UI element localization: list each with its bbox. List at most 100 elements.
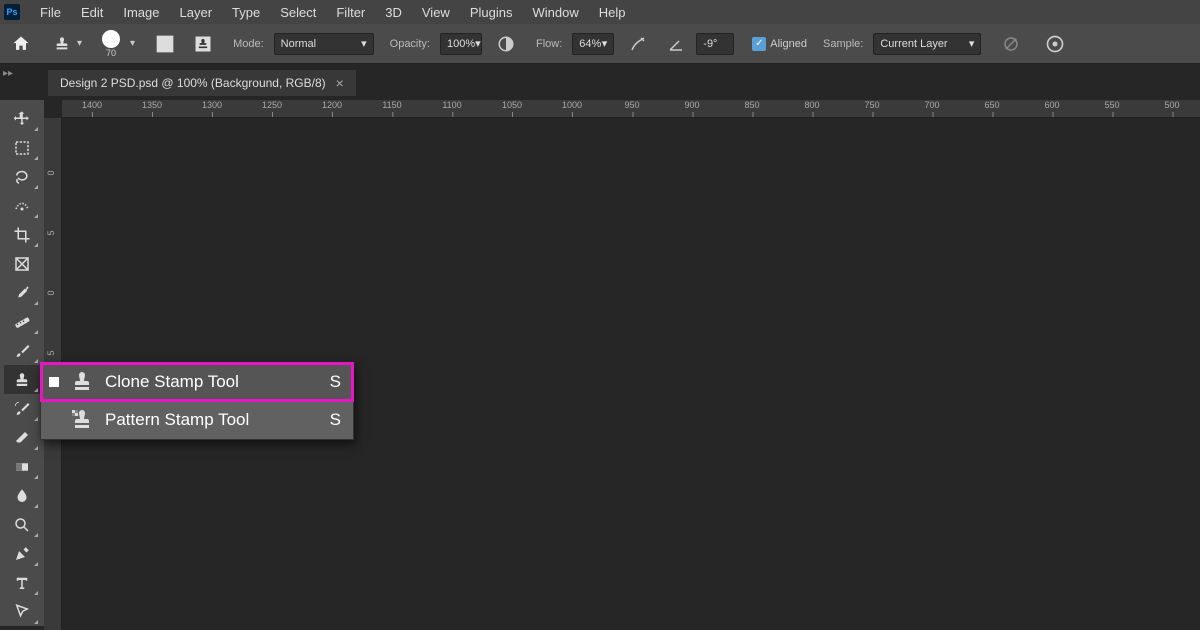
- ruler-tick: 800: [804, 100, 819, 110]
- angle-icon-button[interactable]: [662, 30, 690, 58]
- crop-tool[interactable]: [4, 220, 40, 249]
- move-tool[interactable]: [4, 104, 40, 133]
- ruler-tick: 1100: [442, 100, 461, 110]
- eraser-tool[interactable]: [4, 423, 40, 452]
- document-tab-bar: Design 2 PSD.psd @ 100% (Background, RGB…: [48, 70, 356, 96]
- crop-icon: [13, 226, 31, 244]
- frame-icon: [13, 255, 31, 273]
- airbrush-icon: [629, 35, 647, 53]
- chevron-down-icon[interactable]: ▾: [130, 38, 135, 49]
- eyedropper-tool[interactable]: [4, 278, 40, 307]
- flyout-clone-stamp-tool[interactable]: Clone Stamp Tool S: [41, 363, 353, 401]
- menu-file[interactable]: File: [30, 2, 71, 23]
- chevron-down-icon: ▾: [969, 37, 975, 50]
- angle-input[interactable]: -9°: [696, 33, 734, 55]
- type-icon: [13, 574, 31, 592]
- flow-value: 64%: [579, 38, 601, 50]
- eyedropper-icon: [13, 284, 31, 302]
- ruler-tick: 1250: [262, 100, 282, 110]
- menu-type[interactable]: Type: [222, 2, 270, 23]
- brush-preview-icon: [102, 30, 120, 48]
- collapse-arrow-icon[interactable]: ▸▸: [3, 68, 13, 79]
- flyout-item-label: Pattern Stamp Tool: [105, 410, 249, 430]
- gradient-tool[interactable]: [4, 452, 40, 481]
- menu-3d[interactable]: 3D: [375, 2, 412, 23]
- menu-layer[interactable]: Layer: [170, 2, 223, 23]
- menu-window[interactable]: Window: [522, 2, 588, 23]
- horizontal-ruler: 1400135013001250120011501100105010009509…: [62, 100, 1200, 118]
- ruler-tick: 500: [1164, 100, 1179, 110]
- marquee-icon: [13, 139, 31, 157]
- ruler-tick: 550: [1104, 100, 1119, 110]
- ignore-adjustment-button[interactable]: [997, 30, 1025, 58]
- ruler-tick: 5: [46, 230, 56, 235]
- ruler-tick: 1300: [202, 100, 222, 110]
- aligned-checkbox[interactable]: ✓ Aligned: [752, 37, 807, 51]
- frame-tool[interactable]: [4, 249, 40, 278]
- brush-preset-picker[interactable]: 70: [102, 30, 120, 58]
- menu-filter[interactable]: Filter: [326, 2, 375, 23]
- flyout-pattern-stamp-tool[interactable]: Pattern Stamp Tool S: [41, 401, 353, 439]
- pressure-size-button[interactable]: [1041, 30, 1069, 58]
- blur-tool[interactable]: [4, 481, 40, 510]
- blur-icon: [13, 487, 31, 505]
- menu-image[interactable]: Image: [113, 2, 169, 23]
- sample-select[interactable]: Current Layer ▾: [873, 33, 981, 55]
- type-tool[interactable]: [4, 568, 40, 597]
- ruler-tick: 1200: [322, 100, 342, 110]
- gradient-icon: [13, 458, 31, 476]
- ruler-tick: 650: [984, 100, 999, 110]
- ruler-tick: 1150: [382, 100, 401, 110]
- healing-brush-tool[interactable]: [4, 307, 40, 336]
- ruler-tick: 0: [46, 290, 56, 295]
- pressure-opacity-button[interactable]: [492, 30, 520, 58]
- brush-tool[interactable]: [4, 336, 40, 365]
- brush-settings-button[interactable]: [151, 30, 179, 58]
- lasso-tool[interactable]: [4, 162, 40, 191]
- clone-source-button[interactable]: [189, 30, 217, 58]
- mode-select[interactable]: Normal ▾: [274, 33, 374, 55]
- close-tab-button[interactable]: ×: [336, 75, 344, 91]
- document-tab-title: Design 2 PSD.psd @ 100% (Background, RGB…: [60, 76, 326, 90]
- dodge-tool[interactable]: [4, 510, 40, 539]
- ruler-tick: 900: [684, 100, 699, 110]
- ruler-tick: 950: [624, 100, 639, 110]
- menu-help[interactable]: Help: [589, 2, 636, 23]
- path-selection-tool[interactable]: [4, 597, 40, 626]
- options-bar: ▾ 70 ▾ Mode: Normal ▾ Opacity: 100% ▾ Fl…: [0, 24, 1200, 64]
- menu-bar: Ps File Edit Image Layer Type Select Fil…: [0, 0, 1200, 24]
- healing-brush-icon: [13, 313, 31, 331]
- quick-selection-tool[interactable]: [4, 191, 40, 220]
- selected-marker-icon: [49, 377, 59, 387]
- home-icon: [11, 34, 31, 54]
- flow-label: Flow:: [536, 38, 562, 50]
- aligned-label: Aligned: [770, 38, 807, 50]
- pen-tool[interactable]: [4, 539, 40, 568]
- pressure-size-icon: [1045, 34, 1065, 54]
- menu-select[interactable]: Select: [270, 2, 326, 23]
- flyout-item-shortcut: S: [330, 372, 341, 392]
- brush-size-label: 70: [106, 48, 116, 58]
- opacity-value: 100%: [447, 38, 475, 50]
- menu-view[interactable]: View: [412, 2, 460, 23]
- flow-input[interactable]: 64% ▾: [572, 33, 614, 55]
- ruler-tick: 5: [46, 350, 56, 355]
- sample-label: Sample:: [823, 38, 863, 50]
- history-brush-tool[interactable]: [4, 394, 40, 423]
- stamp-icon: [69, 370, 95, 394]
- brush-icon: [13, 342, 31, 360]
- airbrush-button[interactable]: [624, 30, 652, 58]
- ruler-tick: 0: [46, 170, 56, 175]
- clone-stamp-tool[interactable]: [4, 365, 40, 394]
- document-tab[interactable]: Design 2 PSD.psd @ 100% (Background, RGB…: [48, 70, 356, 96]
- stamp-icon: [54, 35, 70, 53]
- opacity-input[interactable]: 100% ▾: [440, 33, 482, 55]
- flyout-item-shortcut: S: [330, 410, 341, 430]
- ignore-adjustment-icon: [1002, 35, 1020, 53]
- tool-preset-picker[interactable]: ▾: [54, 35, 82, 53]
- menu-plugins[interactable]: Plugins: [460, 2, 523, 23]
- menu-edit[interactable]: Edit: [71, 2, 113, 23]
- home-button[interactable]: [8, 31, 34, 57]
- pressure-opacity-icon: [497, 35, 515, 53]
- marquee-tool[interactable]: [4, 133, 40, 162]
